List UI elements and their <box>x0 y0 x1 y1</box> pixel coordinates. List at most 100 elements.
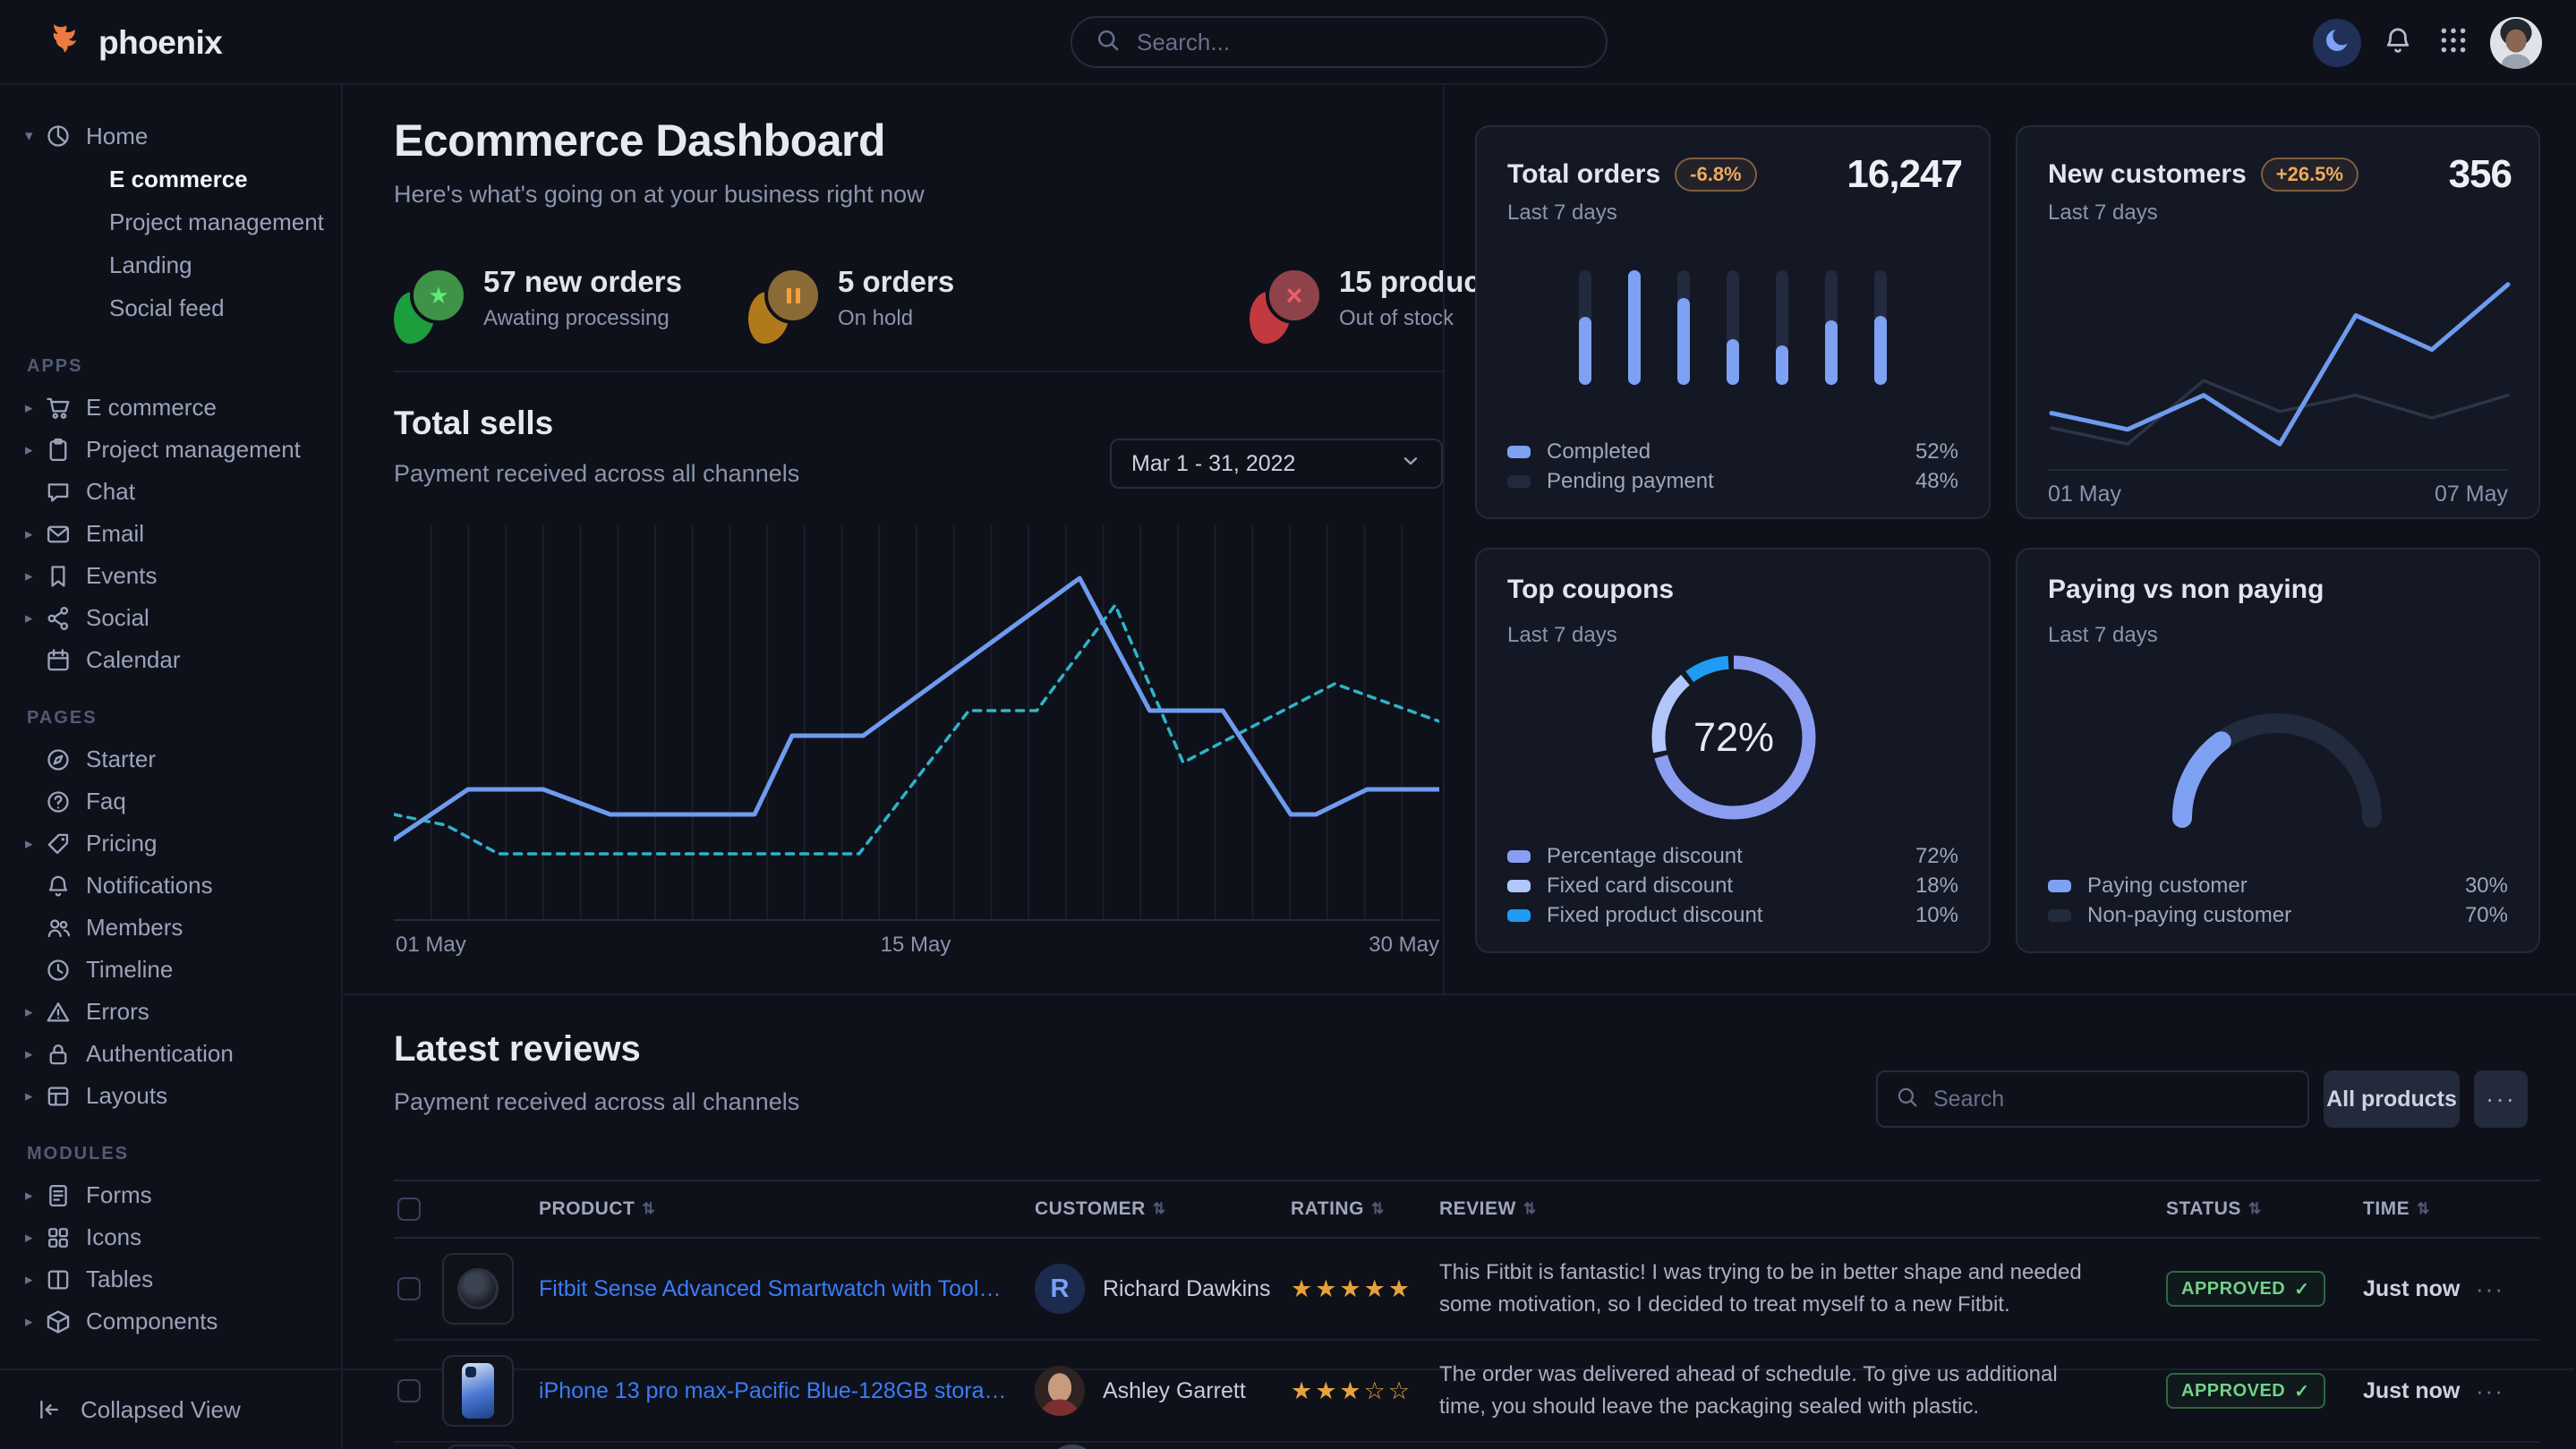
sidebar-item-home[interactable]: ▾Home <box>0 115 341 158</box>
phoenix-flame-icon <box>45 20 86 65</box>
legend-swatch <box>2048 880 2071 892</box>
reviews-search <box>1876 1070 2309 1128</box>
column-header-label: PRODUCT <box>539 1198 635 1220</box>
product-link[interactable]: iPhone 13 pro max-Pacific Blue-128GB sto… <box>539 1378 1035 1404</box>
sidebar-item-authentication[interactable]: ▸Authentication <box>0 1033 341 1075</box>
reviews-more-button[interactable]: ··· <box>2474 1070 2528 1128</box>
customer-avatar[interactable]: R <box>1035 1264 1085 1314</box>
product-link[interactable]: Fitbit Sense Advanced Smartwatch with To… <box>539 1276 1035 1302</box>
sidebar-item-notifications[interactable]: Notifications <box>0 865 341 907</box>
order-bar <box>1628 270 1641 385</box>
sidebar-item-tables[interactable]: ▸Tables <box>0 1258 341 1300</box>
sidebar-item-label: Chat <box>86 478 135 506</box>
clipboard-icon <box>45 437 72 464</box>
sidebar-item-project-management[interactable]: ▸Project management <box>0 429 341 471</box>
dark-mode-toggle[interactable] <box>2313 19 2361 67</box>
rating-stars: ★★★★★ <box>1291 1275 1439 1303</box>
notifications-button[interactable] <box>2379 24 2417 62</box>
sidebar-item-label: Email <box>86 520 144 548</box>
legend-swatch <box>1507 850 1531 863</box>
status-cell: APPROVED✓ <box>2166 1271 2363 1307</box>
moon-icon <box>2323 26 2351 59</box>
customer-avatar[interactable] <box>1035 1366 1085 1416</box>
select-all-checkbox[interactable] <box>397 1198 421 1221</box>
stat-circle-shape: × <box>1266 267 1323 324</box>
check-icon: ✓ <box>2294 1380 2309 1402</box>
legend-label: Completed <box>1547 439 1651 465</box>
sidebar-item-icons[interactable]: ▸Icons <box>0 1216 341 1258</box>
column-header-review[interactable]: REVIEW⇅ <box>1439 1198 2166 1220</box>
user-avatar[interactable] <box>2490 17 2542 69</box>
sidebar-item-label: Timeline <box>86 956 173 984</box>
total-orders-bar-chart <box>1507 270 1958 385</box>
chevron-down-icon <box>1400 450 1421 478</box>
column-header-time[interactable]: TIME⇅ <box>2363 1198 2476 1220</box>
column-header-customer[interactable]: CUSTOMER⇅ <box>1035 1198 1291 1220</box>
sidebar-subitem-label: Social feed <box>109 294 225 322</box>
sidebar-item-starter[interactable]: Starter <box>0 738 341 780</box>
sidebar-item-components[interactable]: ▸Components <box>0 1300 341 1342</box>
sidebar-item-social[interactable]: ▸Social <box>0 597 341 639</box>
order-bar <box>1677 270 1690 385</box>
new-customers-title: New customers <box>2048 159 2247 190</box>
column-header-status[interactable]: STATUS⇅ <box>2166 1198 2363 1220</box>
sidebar-subitem-landing[interactable]: Landing <box>0 243 341 286</box>
search-icon <box>1896 1086 1919 1113</box>
sidebar-item-email[interactable]: ▸Email <box>0 513 341 555</box>
sidebar-item-layouts[interactable]: ▸Layouts <box>0 1075 341 1117</box>
sidebar-item-label: Icons <box>86 1223 141 1251</box>
sort-icon: ⇅ <box>2417 1200 2430 1218</box>
reviews-search-input[interactable] <box>1932 1086 2290 1113</box>
question-icon <box>45 788 72 815</box>
table-row[interactable]: Fitbit Sense Advanced Smartwatch with To… <box>394 1239 2540 1341</box>
icons-grid-icon <box>45 1224 72 1251</box>
sidebar-item-label: Errors <box>86 998 149 1026</box>
column-header-label: STATUS <box>2166 1198 2241 1220</box>
sidebar-item-events[interactable]: ▸Events <box>0 555 341 597</box>
order-bar-fill <box>1727 339 1739 385</box>
sidebar-item-timeline[interactable]: Timeline <box>0 949 341 991</box>
stat-value: 5 orders <box>838 265 954 299</box>
search-input[interactable] <box>1135 28 1582 57</box>
row-checkbox[interactable] <box>397 1277 421 1300</box>
envelope-icon <box>45 521 72 548</box>
total-sells-chart <box>394 524 1439 924</box>
sidebar-item-faq[interactable]: Faq <box>0 780 341 823</box>
partial-table-row <box>394 1443 2540 1449</box>
sidebar-item-members[interactable]: Members <box>0 907 341 949</box>
sidebar-item-label: Project management <box>86 436 301 464</box>
all-products-button[interactable]: All products <box>2324 1070 2460 1128</box>
row-menu-button[interactable]: ··· <box>2476 1377 2540 1405</box>
total-orders-change-badge: -6.8% <box>1675 158 1756 192</box>
column-header-rating[interactable]: RATING⇅ <box>1291 1198 1439 1220</box>
sidebar-section-label-pages: PAGES <box>0 704 341 731</box>
apps-menu-button[interactable] <box>2435 24 2472 62</box>
users-icon <box>45 915 72 942</box>
sidebar-item-calendar[interactable]: Calendar <box>0 639 341 681</box>
sidebar-subitem-e-commerce[interactable]: E commerce <box>0 158 341 200</box>
status-label: APPROVED <box>2181 1381 2285 1402</box>
sidebar-subitem-social-feed[interactable]: Social feed <box>0 286 341 329</box>
column-header-product[interactable]: PRODUCT⇅ <box>539 1198 1035 1220</box>
sidebar-item-errors[interactable]: ▸Errors <box>0 991 341 1033</box>
customer-name: Ashley Garrett <box>1103 1378 1291 1404</box>
legend-item-fixed-product-discount: Fixed product discount10% <box>1507 900 1958 930</box>
reviews-table-body: Fitbit Sense Advanced Smartwatch with To… <box>394 1239 2540 1443</box>
row-checkbox[interactable] <box>397 1379 421 1402</box>
order-bar-fill <box>1776 345 1788 385</box>
sidebar-item-pricing[interactable]: ▸Pricing <box>0 823 341 865</box>
sidebar-item-e-commerce[interactable]: ▸E commerce <box>0 387 341 429</box>
legend-swatch <box>1507 446 1531 458</box>
date-range-select[interactable]: Mar 1 - 31, 2022 <box>1110 439 1443 489</box>
brand-logo[interactable]: phoenix <box>45 0 222 85</box>
row-menu-button[interactable]: ··· <box>2476 1275 2540 1303</box>
table-row[interactable]: iPhone 13 pro max-Pacific Blue-128GB sto… <box>394 1341 2540 1443</box>
legend-item-fixed-card-discount: Fixed card discount18% <box>1507 871 1958 900</box>
sidebar-item-chat[interactable]: Chat <box>0 471 341 513</box>
total-orders-value: 16,247 <box>1847 152 1962 197</box>
sidebar-item-forms[interactable]: ▸Forms <box>0 1174 341 1216</box>
sidebar-subitem-project-management[interactable]: Project management <box>0 200 341 243</box>
x-tick-30may: 30 May <box>1369 933 1439 958</box>
sidebar-subitem-label: Project management <box>109 209 324 236</box>
order-bar-fill <box>1677 298 1690 385</box>
